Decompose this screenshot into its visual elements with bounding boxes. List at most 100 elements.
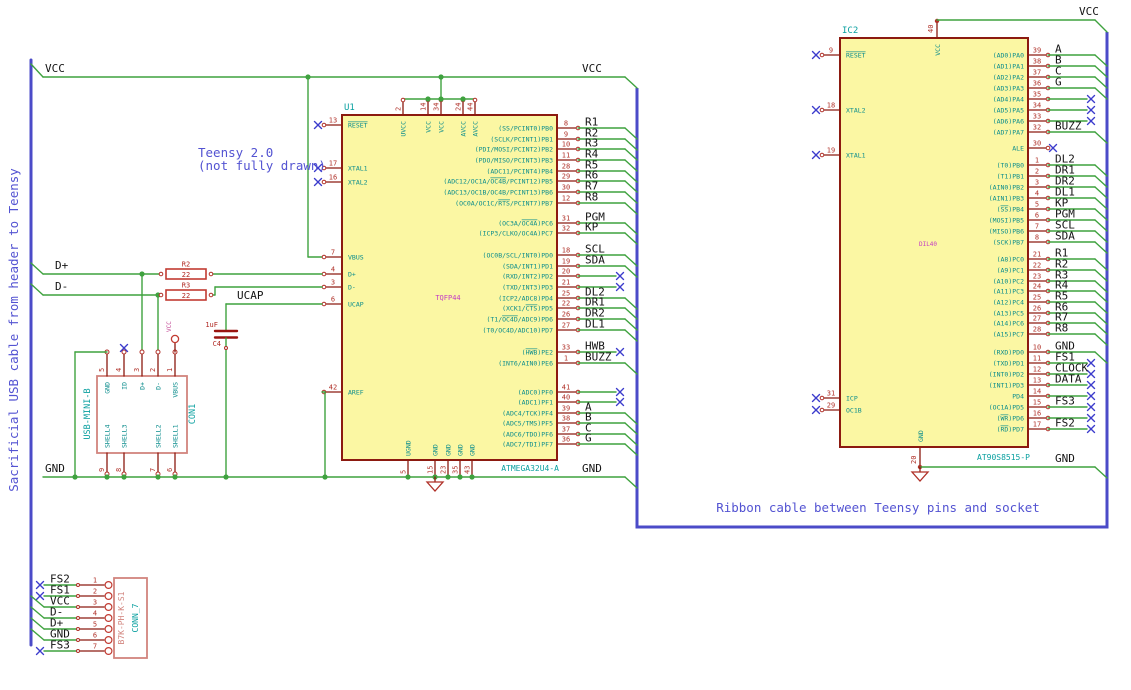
junction-dot <box>405 474 411 480</box>
note-left-cable: Sacrificial USB cable from header to Tee… <box>6 168 21 492</box>
pin-end-circle <box>76 605 80 609</box>
pin-end-circle <box>121 349 127 355</box>
u1-pin-name: (ADC0)PF0 <box>518 389 553 397</box>
ic2-pin-number: 34 <box>1033 102 1041 110</box>
conn7-pin-number: 4 <box>93 610 97 618</box>
ic2-pin-name: RESET <box>846 52 866 60</box>
net-label-g: G <box>1055 76 1062 89</box>
u1-pin-name: D- <box>348 284 356 292</box>
pin-end-circle <box>76 649 80 653</box>
u1-pin-name: (RXD/INT2)PD2 <box>502 273 553 281</box>
u1-pin-number: 39 <box>562 405 570 413</box>
ic2-pin-name: (SS)PB4 <box>997 206 1024 214</box>
ic2-pin-name: (OC1A)PD5 <box>989 404 1024 412</box>
u1-pin-name: (PDI/MOSI/PCINT2)PB2 <box>475 146 553 154</box>
ic2-pin-number: 6 <box>1035 212 1039 220</box>
ic2-pin-name: (AD6)PA6 <box>993 118 1024 126</box>
pin-end-circle <box>76 616 80 620</box>
u1-pin-number: 26 <box>562 311 570 319</box>
ic2-pin-number: 39 <box>1033 47 1041 55</box>
u1-pin-number: 20 <box>562 268 570 276</box>
u1-pin-number: 43 <box>464 466 472 474</box>
ic2-pin-name: (A8)PC0 <box>997 256 1024 264</box>
u1-value: ATMEGA32U4-A <box>501 464 559 473</box>
conn7-pin-number: 6 <box>93 632 97 640</box>
conn7-pin-circle <box>104 580 113 589</box>
u1-pin-number: 32 <box>562 225 570 233</box>
ic2-pin-number: 20 <box>910 456 918 464</box>
pin-end-circle <box>321 271 327 277</box>
u1-pin-name: (ADC1)PF1 <box>518 399 553 407</box>
u1-pin-name: (INT6/AIN0)PE6 <box>498 360 553 368</box>
u1-pin-number: 34 <box>433 103 441 111</box>
schematic-canvas[interactable]: VCC VCCGND GNDU1TQFP44ATMEGA32U4-A2UVCC14V… <box>0 0 1131 690</box>
ic2-pin-number: 10 <box>1033 344 1041 352</box>
ic2-pin-name: XTAL1 <box>846 152 866 160</box>
u1-pin-number: 28 <box>562 163 570 171</box>
ic2-pin-number: 14 <box>1033 388 1041 396</box>
ic2-pin-name: (WR)PD6 <box>997 415 1024 423</box>
note-teensy: (not fully drawn) <box>198 158 326 173</box>
ic2-pin-name: (T0)PB0 <box>997 162 1024 170</box>
con1-value: USB-MINI-B <box>83 388 93 439</box>
pin-end-circle <box>76 583 80 587</box>
ic2-pin-name: (RXD)PD0 <box>993 349 1024 357</box>
ic2-pin-name: (AIN1)PB3 <box>989 195 1024 203</box>
net-label-dplus: D+ <box>55 259 69 272</box>
u1-pin-name: (ADC13/OC1B/OC4B/PCINT13)PB6 <box>443 189 553 197</box>
u1-pin-name: (OC0A/OC1C/RTS/PCINT7)PB7 <box>455 200 553 208</box>
junction-dot <box>322 474 328 480</box>
u1-pin-number: 12 <box>562 195 570 203</box>
net-label-ucap: UCAP <box>237 289 264 302</box>
ic2-pin-name: (A10)PC2 <box>993 278 1024 286</box>
ic2-pin-number: 17 <box>1033 421 1041 429</box>
u1-pin-name: (OC3A/OC4A)PC6 <box>498 220 553 228</box>
con1-pin-number: 6 <box>166 468 174 472</box>
u1-pin-number: 27 <box>562 322 570 330</box>
pin-end-circle <box>819 395 825 401</box>
net-label-gnd: GND <box>45 462 65 475</box>
ic2-pin-name: (SCK)PB7 <box>993 239 1024 247</box>
ic2-reference: IC2 <box>842 26 858 36</box>
ic2-pin-number: 28 <box>1033 326 1041 334</box>
u1-pin-name: (OC0B/SCL/INT0)PD0 <box>483 252 554 260</box>
ic2-pin-number: 11 <box>1033 355 1041 363</box>
u1-pin-number: 13 <box>329 117 337 125</box>
conn7-pin-circle <box>104 602 113 611</box>
ic2-pin-number: 2 <box>1035 168 1039 176</box>
ic2-pin-name: OC1B <box>846 407 862 415</box>
con1-pin-number: 7 <box>149 468 157 472</box>
pin-end-circle <box>158 292 164 298</box>
pin-end-circle <box>472 97 478 103</box>
net-label-sda: SDA <box>585 254 605 267</box>
u1-pin-number: 14 <box>420 103 428 111</box>
net-label-vcc: VCC <box>45 62 65 75</box>
u1-footprint: TQFP44 <box>435 294 460 302</box>
conn7-value: B7K-PH-K-S1 <box>117 591 126 644</box>
ic2-pin-number: 40 <box>927 25 935 33</box>
pin-end-circle <box>1045 145 1051 151</box>
u1-pin-number: 18 <box>562 247 570 255</box>
con1-pin-name: ID <box>121 382 129 390</box>
u1-pin-number: 16 <box>329 174 337 182</box>
u1-pin-number: 35 <box>452 466 460 474</box>
ic2-pin-name: (AD5)PA5 <box>993 107 1024 115</box>
u1-pin-number: 8 <box>564 120 568 128</box>
u1-pin-number: 1 <box>564 355 568 363</box>
net-label-kp: KP <box>585 221 599 234</box>
ic2-pin-number: 16 <box>1033 410 1041 418</box>
net-label-fs3: FS3 <box>50 639 70 652</box>
ic2-pin-number: 4 <box>1035 190 1039 198</box>
ic2-pin-number: 3 <box>1035 179 1039 187</box>
net-label-dl1: DL1 <box>585 318 605 331</box>
u1-pin-name: (HWB)PE2 <box>522 349 553 357</box>
conn7-pin-circle <box>104 646 113 655</box>
u1-pin-number: 38 <box>562 415 570 423</box>
junction-dot <box>425 96 431 102</box>
net-label-buzz: BUZZ <box>585 351 612 364</box>
u1-pin-number: 42 <box>329 384 337 392</box>
junction-dot <box>223 474 229 480</box>
junction-dot <box>457 474 463 480</box>
u1-pin-number: 44 <box>467 103 475 111</box>
pin-end-circle <box>158 271 164 277</box>
